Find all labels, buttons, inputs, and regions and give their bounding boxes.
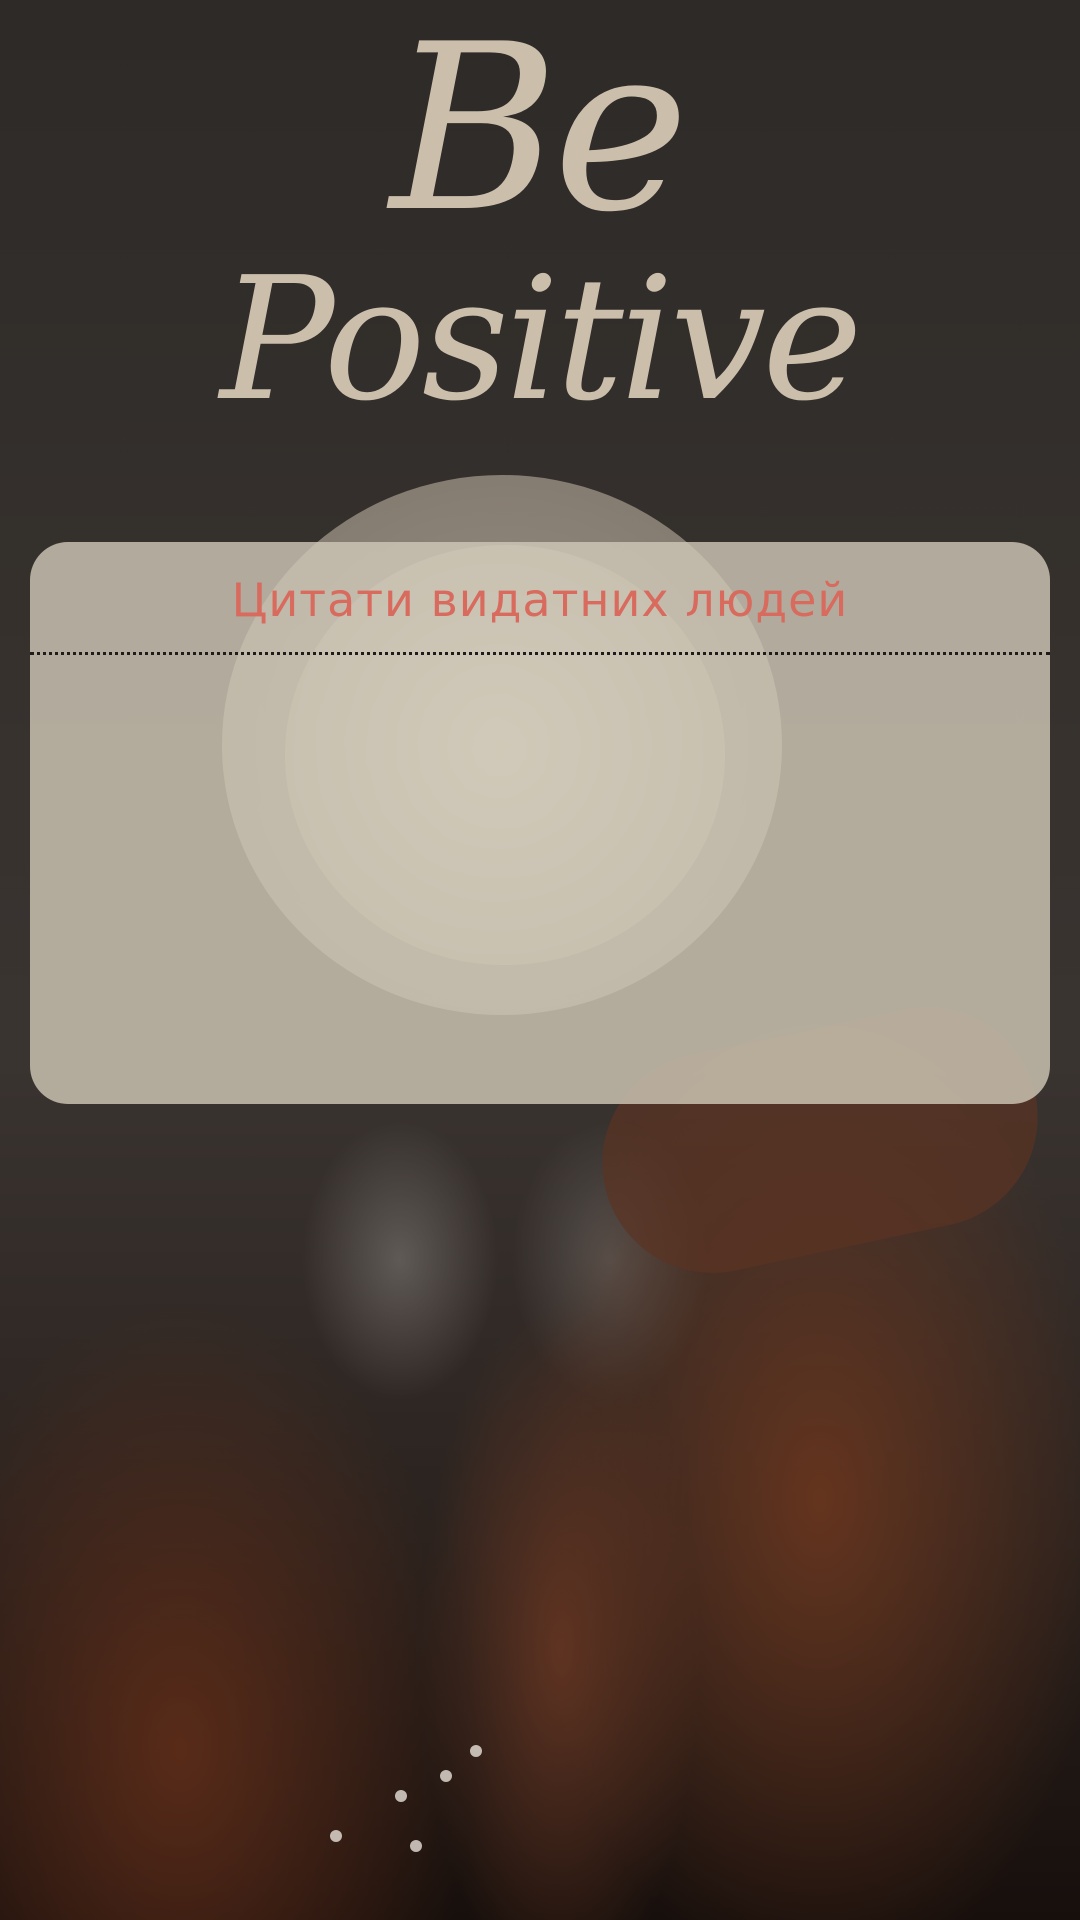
hero-title-line-1: Be <box>390 0 689 263</box>
app-screen: Be Positive Цитати видатних людей <box>0 0 1080 1920</box>
background-sparkle <box>470 1745 482 1757</box>
hero-title-line-2: Positive <box>220 241 863 439</box>
quote-card[interactable]: Цитати видатних людей <box>30 542 1050 1104</box>
quote-card-title: Цитати видатних людей <box>231 573 849 627</box>
background-sparkle <box>410 1840 422 1852</box>
quote-card-body <box>30 655 1050 1103</box>
background-sparkle <box>330 1830 342 1842</box>
quote-card-header: Цитати видатних людей <box>30 542 1050 655</box>
background-sparkle <box>440 1770 452 1782</box>
background-sparkle <box>395 1790 407 1802</box>
hero-title: Be Positive <box>200 10 900 510</box>
